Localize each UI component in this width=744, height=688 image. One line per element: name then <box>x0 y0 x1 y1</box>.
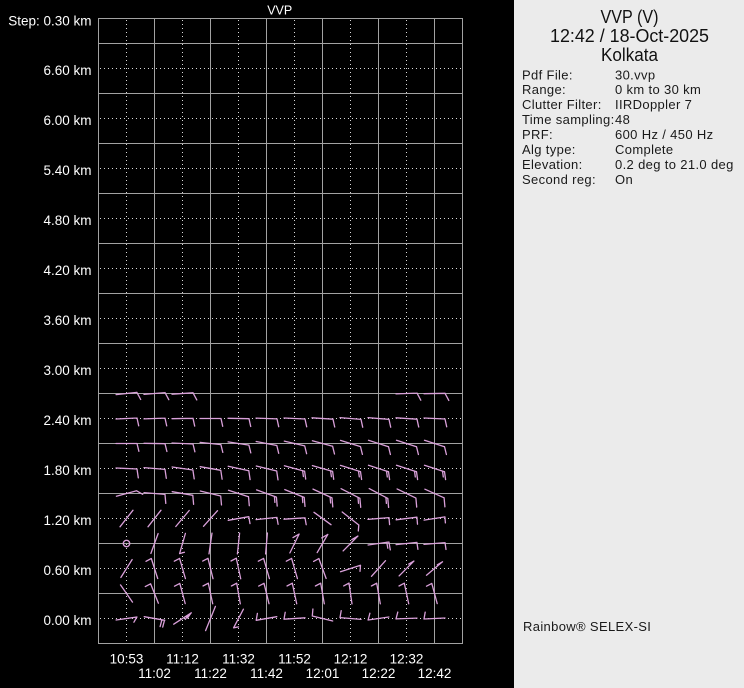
svg-text:VVP (V): VVP (V) <box>601 6 659 27</box>
svg-text:0.60 km: 0.60 km <box>43 563 91 578</box>
svg-text:11:22: 11:22 <box>194 666 227 681</box>
svg-text:Second reg:: Second reg: <box>522 172 596 187</box>
svg-text:0.2 deg to 21.0 deg: 0.2 deg to 21.0 deg <box>615 157 734 172</box>
svg-text:1.80 km: 1.80 km <box>43 463 91 478</box>
svg-text:12:12: 12:12 <box>334 652 368 667</box>
svg-text:11:42: 11:42 <box>250 666 283 681</box>
svg-text:Clutter Filter:: Clutter Filter: <box>522 97 602 112</box>
svg-text:4.20 km: 4.20 km <box>43 263 91 278</box>
svg-text:12:22: 12:22 <box>362 666 396 681</box>
svg-text:600 Hz / 450 Hz: 600 Hz / 450 Hz <box>615 127 713 142</box>
svg-text:11:32: 11:32 <box>222 652 255 667</box>
svg-text:Range:: Range: <box>522 82 566 97</box>
svg-text:11:52: 11:52 <box>278 652 311 667</box>
svg-text:12:42: 12:42 <box>418 666 452 681</box>
svg-text:Complete: Complete <box>615 142 673 157</box>
svg-text:On: On <box>615 172 633 187</box>
svg-text:5.40 km: 5.40 km <box>43 163 91 178</box>
svg-text:11:12: 11:12 <box>166 652 199 667</box>
svg-text:Elevation:: Elevation: <box>522 157 583 172</box>
svg-text:0.00 km: 0.00 km <box>43 613 91 628</box>
svg-text:Pdf File:: Pdf File: <box>522 67 573 82</box>
svg-text:10:53: 10:53 <box>110 652 144 667</box>
svg-text:48: 48 <box>615 112 630 127</box>
svg-text:12:01: 12:01 <box>306 666 340 681</box>
svg-text:2.40 km: 2.40 km <box>43 413 91 428</box>
svg-text:Time sampling:: Time sampling: <box>522 112 615 127</box>
svg-text:3.00 km: 3.00 km <box>43 363 91 378</box>
svg-text:VVP: VVP <box>267 4 292 18</box>
svg-text:6.00 km: 6.00 km <box>43 113 91 128</box>
svg-text:12:32: 12:32 <box>390 652 424 667</box>
svg-text:11:02: 11:02 <box>138 666 171 681</box>
svg-text:PRF:: PRF: <box>522 127 553 142</box>
svg-text:Step: 0.30 km: Step: 0.30 km <box>8 13 91 28</box>
svg-text:3.60 km: 3.60 km <box>43 313 91 328</box>
svg-text:6.60 km: 6.60 km <box>43 63 91 78</box>
svg-text:1.20 km: 1.20 km <box>43 513 91 528</box>
svg-text:Kolkata: Kolkata <box>601 44 659 65</box>
svg-text:0 km to 30 km: 0 km to 30 km <box>615 82 701 97</box>
svg-text:12:42 / 18-Oct-2025: 12:42 / 18-Oct-2025 <box>550 25 709 46</box>
svg-text:IIRDoppler 7: IIRDoppler 7 <box>615 97 692 112</box>
svg-text:Rainbow® SELEX-SI: Rainbow® SELEX-SI <box>523 619 651 634</box>
svg-text:30.vvp: 30.vvp <box>615 67 655 82</box>
svg-text:4.80 km: 4.80 km <box>43 213 91 228</box>
svg-text:Alg type:: Alg type: <box>522 142 576 157</box>
